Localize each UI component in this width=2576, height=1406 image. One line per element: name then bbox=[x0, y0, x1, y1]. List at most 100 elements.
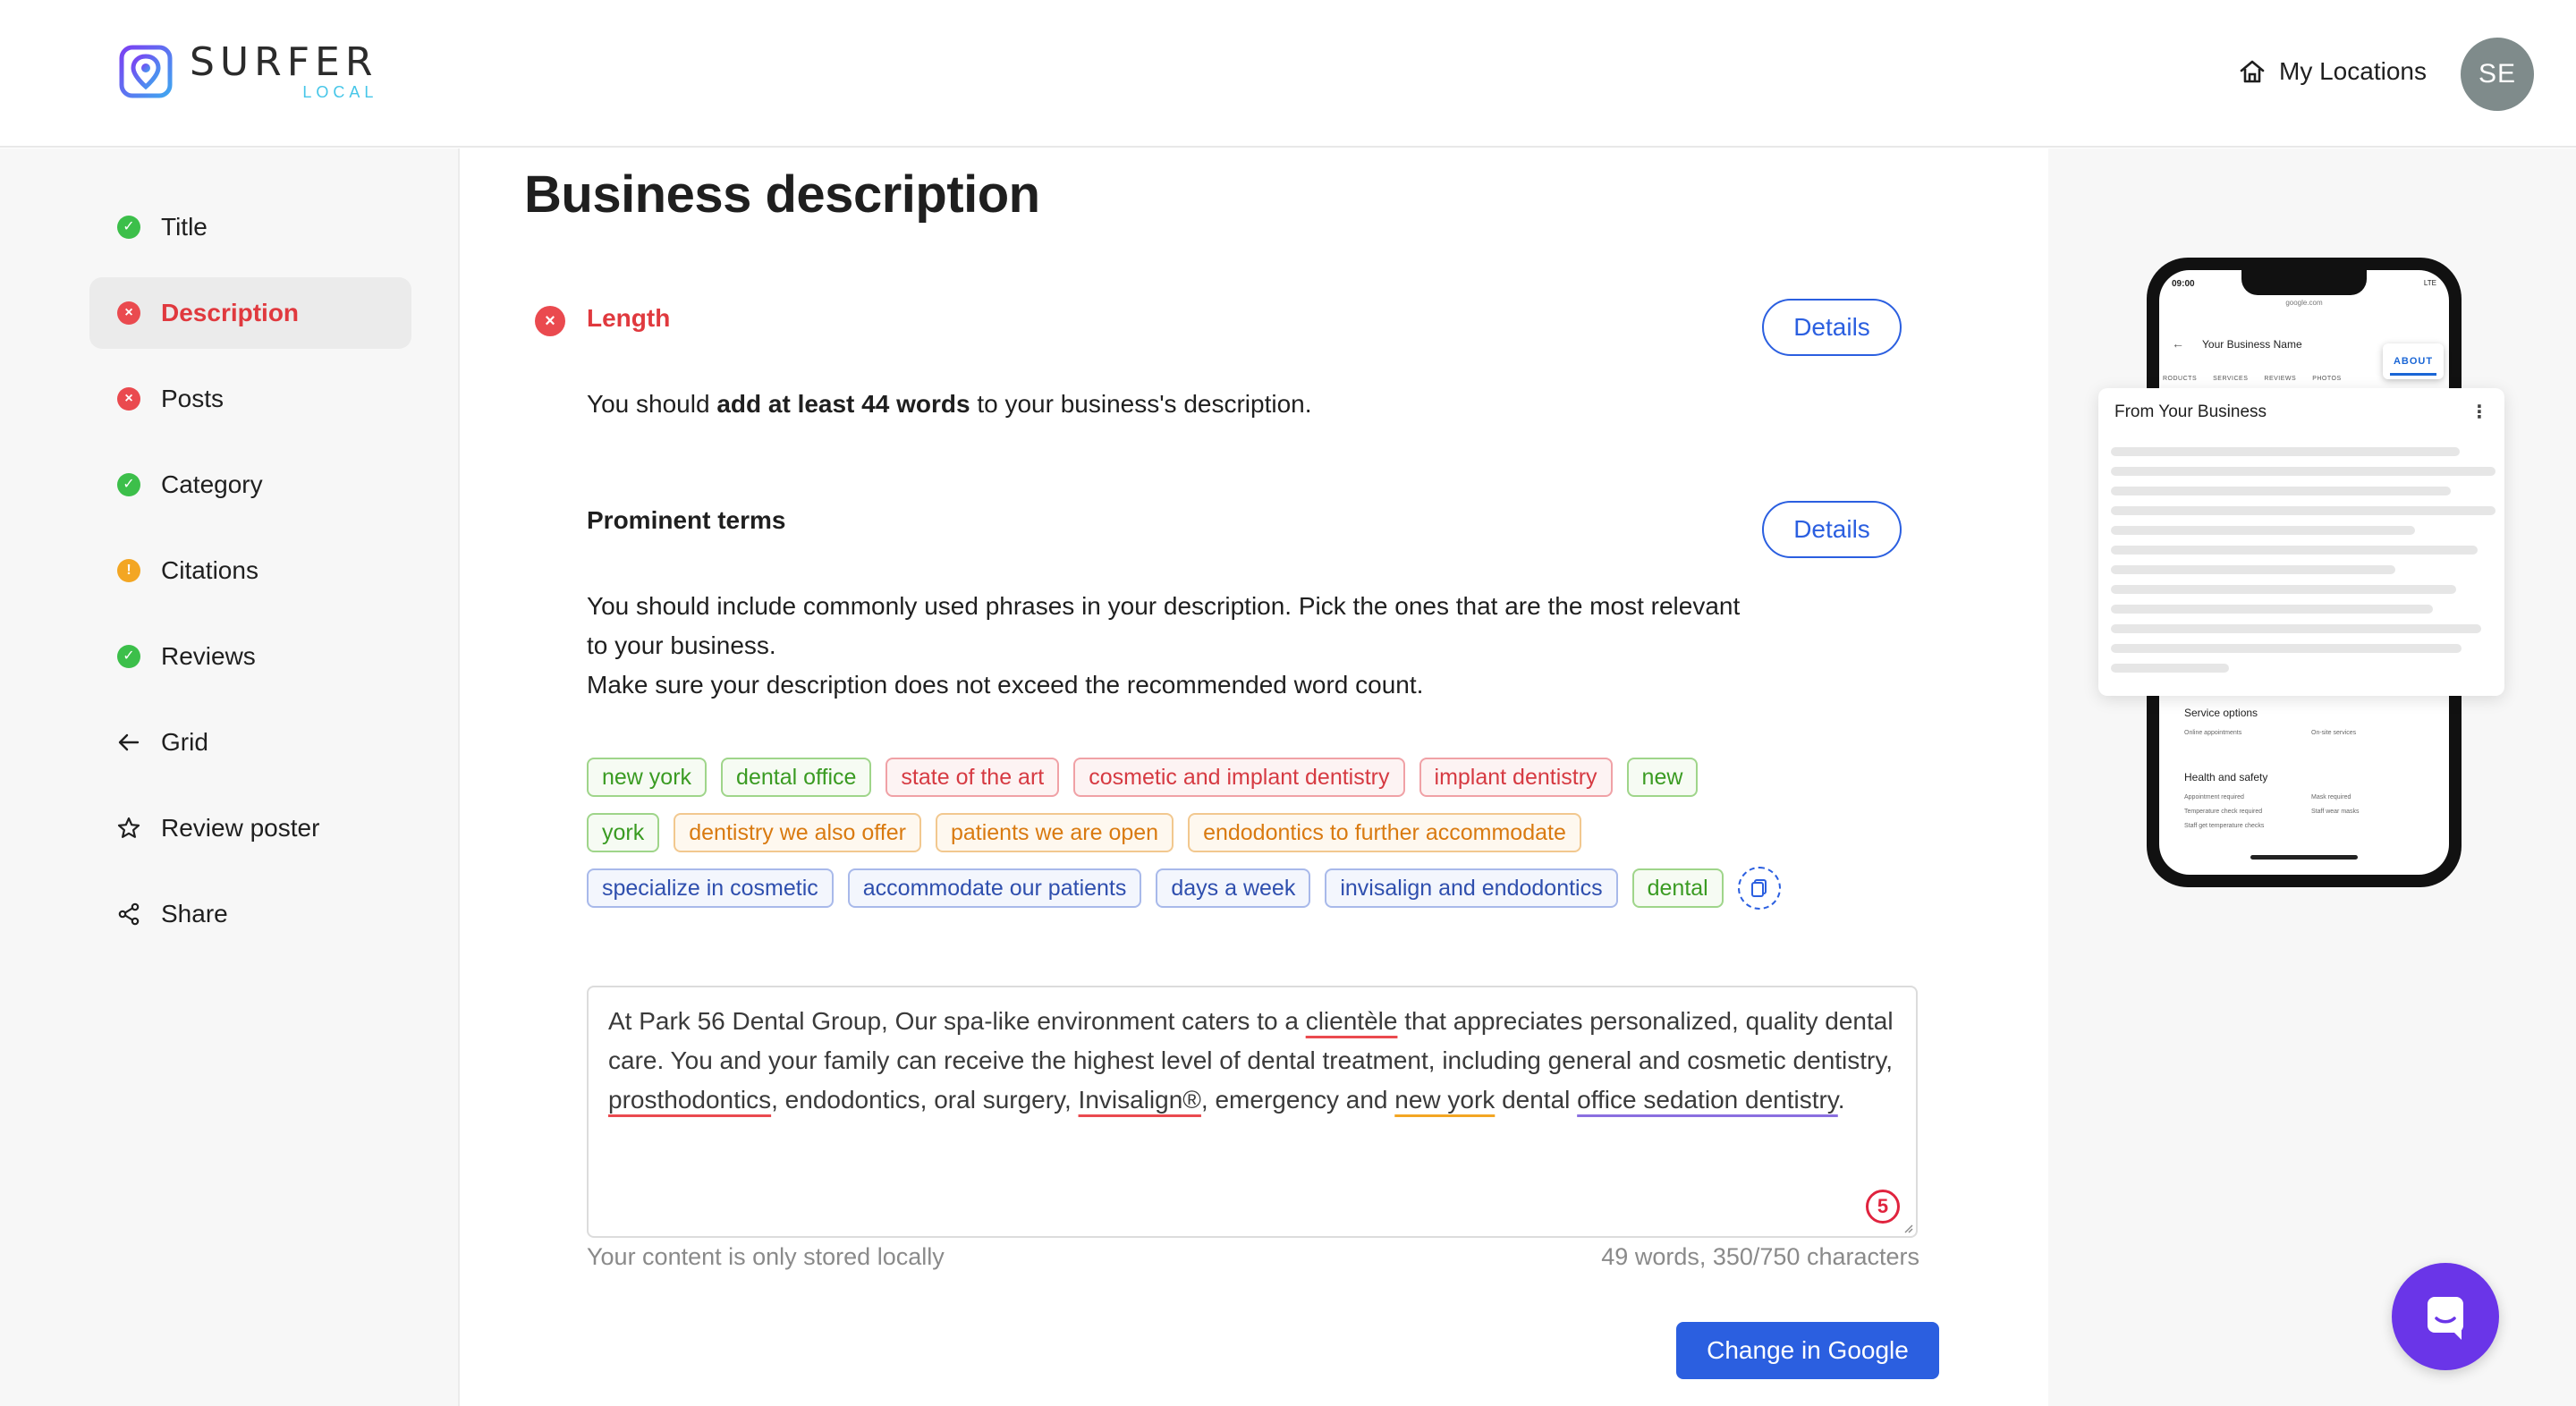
desc-text: dental bbox=[1495, 1086, 1578, 1114]
term-chip[interactable]: dental bbox=[1631, 868, 1724, 908]
term-chip[interactable]: specialize in cosmetic bbox=[587, 868, 834, 908]
placeholder-line bbox=[2111, 565, 2395, 574]
desc-matched-term: office sedation dentistry bbox=[1577, 1086, 1838, 1114]
change-in-google-button[interactable]: Change in Google bbox=[1676, 1322, 1939, 1379]
term-chip[interactable]: dental office bbox=[721, 758, 872, 797]
placeholder-line bbox=[2111, 506, 2496, 515]
card-title: From Your Business bbox=[2114, 402, 2267, 421]
sidebar-item-label: Description bbox=[161, 299, 300, 326]
phone-signal: LTE bbox=[2423, 279, 2436, 287]
terms-description: You should include commonly used phrases… bbox=[587, 587, 1839, 705]
placeholder-line bbox=[2111, 467, 2496, 476]
resize-handle-icon[interactable] bbox=[1901, 1221, 1913, 1233]
phone-health-item: Staff wear masks bbox=[2311, 809, 2360, 815]
term-chip[interactable]: new bbox=[1626, 758, 1699, 797]
copy-terms-button[interactable] bbox=[1737, 867, 1781, 910]
sidebar-item-review-poster[interactable]: Review poster bbox=[89, 792, 411, 864]
terms-line-3: Make sure your description does not exce… bbox=[587, 671, 1424, 699]
desc-matched-term: new york bbox=[1394, 1086, 1496, 1114]
terms-details-button[interactable]: Details bbox=[1762, 501, 1902, 558]
term-chip[interactable]: york bbox=[587, 813, 660, 852]
placeholder-line bbox=[2111, 605, 2433, 614]
length-text-bold: add at least 44 words bbox=[716, 390, 970, 418]
terms-line-2: to your business. bbox=[587, 631, 776, 659]
issues-count-badge[interactable]: 5 bbox=[1866, 1190, 1900, 1224]
more-vert-icon: ⋮ bbox=[2470, 402, 2488, 422]
placeholder-line bbox=[2111, 585, 2456, 594]
phone-health-safety: Health and safety bbox=[2184, 771, 2268, 783]
phone-url: google.com bbox=[2285, 299, 2323, 307]
support-chat-button[interactable] bbox=[2392, 1263, 2499, 1370]
surfer-local-logo[interactable]: SURFER LOCAL bbox=[118, 39, 377, 104]
desc-text: , endodontics, oral surgery, bbox=[771, 1086, 1079, 1114]
logo-wordmark: SURFER bbox=[190, 39, 378, 85]
placeholder-line bbox=[2111, 487, 2451, 495]
google-preview-panel: 09:00 LTE google.com ← Your Business Nam… bbox=[2048, 148, 2576, 1406]
sidebar-item-label: Reviews bbox=[161, 642, 256, 670]
phone-health-item: Mask required bbox=[2311, 794, 2351, 800]
length-section-title: Length bbox=[587, 304, 671, 332]
term-chip[interactable]: state of the art bbox=[886, 758, 1060, 797]
description-textarea[interactable]: At Park 56 Dental Group, Our spa-like en… bbox=[587, 986, 1918, 1238]
sidebar-item-label: Title bbox=[161, 213, 208, 241]
sidebar-item-label: Citations bbox=[161, 556, 258, 584]
term-chip[interactable]: patients we are open bbox=[935, 813, 1174, 852]
sidebar-item-citations[interactable]: ! Citations bbox=[89, 535, 411, 606]
word-count: 49 words, 350/750 characters bbox=[1601, 1243, 1919, 1270]
phone-home-bar bbox=[2250, 855, 2358, 860]
length-text-pre: You should bbox=[587, 390, 717, 418]
back-arrow-icon: ← bbox=[2172, 336, 2184, 351]
term-chip[interactable]: days a week bbox=[1156, 868, 1311, 908]
logo-pin-icon bbox=[119, 45, 173, 98]
chip-row: specialize in cosmetic accommodate our p… bbox=[587, 867, 1875, 910]
user-avatar[interactable]: SE bbox=[2461, 38, 2534, 111]
sidebar-item-label: Posts bbox=[161, 385, 225, 412]
sidebar-item-description[interactable]: × Description bbox=[89, 277, 411, 349]
term-chip[interactable]: accommodate our patients bbox=[847, 868, 1142, 908]
sidebar-item-reviews[interactable]: ✓ Reviews bbox=[89, 621, 411, 692]
chip-row: new york dental office state of the art … bbox=[587, 757, 1875, 798]
my-locations-link[interactable]: My Locations bbox=[2238, 50, 2427, 93]
term-chip[interactable]: implant dentistry bbox=[1419, 758, 1613, 797]
sidebar-item-label: Grid bbox=[161, 728, 208, 756]
sidebar-item-posts[interactable]: × Posts bbox=[89, 363, 411, 435]
sidebar-item-share[interactable]: Share bbox=[89, 878, 411, 950]
phone-business-name: Your Business Name bbox=[2202, 338, 2302, 351]
phone-service-item: Online appointments bbox=[2184, 730, 2242, 736]
check-circle-icon: ✓ bbox=[116, 472, 141, 497]
share-icon bbox=[116, 902, 141, 927]
placeholder-line bbox=[2111, 447, 2460, 456]
error-circle-icon: × bbox=[535, 306, 565, 336]
check-circle-icon: ✓ bbox=[116, 215, 141, 240]
from-your-business-card: From Your Business ⋮ bbox=[2098, 388, 2504, 696]
check-circle-icon: ✓ bbox=[116, 644, 141, 669]
desc-text: . bbox=[1837, 1086, 1845, 1114]
sidebar-item-label: Category bbox=[161, 470, 263, 498]
prominent-terms-chips: new york dental office state of the art … bbox=[587, 757, 1875, 923]
term-chip[interactable]: cosmetic and implant dentistry bbox=[1073, 758, 1405, 797]
sidebar-item-grid[interactable]: Grid bbox=[89, 707, 411, 778]
term-chip[interactable]: endodontics to further accommodate bbox=[1188, 813, 1581, 852]
desc-text: , emergency and bbox=[1200, 1086, 1395, 1114]
sidebar-item-title[interactable]: ✓ Title bbox=[89, 191, 411, 263]
phone-service-item: On-site services bbox=[2311, 730, 2357, 736]
term-chip[interactable]: invisalign and endodontics bbox=[1325, 868, 1618, 908]
term-chip[interactable]: new york bbox=[587, 758, 708, 797]
length-text-post: to your business's description. bbox=[970, 390, 1312, 418]
desc-flagged-term: Invisalign® bbox=[1078, 1086, 1201, 1114]
chip-row: york dentistry we also offer patients we… bbox=[587, 812, 1875, 853]
term-chip[interactable]: dentistry we also offer bbox=[674, 813, 921, 852]
top-header: SURFER LOCAL My Locations SE bbox=[0, 0, 2576, 148]
length-details-button[interactable]: Details bbox=[1762, 299, 1902, 356]
arrow-left-icon bbox=[116, 730, 141, 755]
placeholder-line bbox=[2111, 526, 2415, 535]
storage-note: Your content is only stored locally bbox=[587, 1243, 945, 1270]
phone-health-item: Temperature check required bbox=[2184, 809, 2263, 815]
phone-notch bbox=[2241, 270, 2367, 295]
error-circle-icon: × bbox=[116, 301, 141, 326]
sidebar-item-category[interactable]: ✓ Category bbox=[89, 449, 411, 521]
desc-text: At Park 56 Dental Group, Our spa-like en… bbox=[608, 1007, 1306, 1035]
desc-flagged-term: clientèle bbox=[1305, 1007, 1398, 1035]
phone-service-options: Service options bbox=[2184, 707, 2258, 719]
sidebar-item-label: Share bbox=[161, 900, 228, 927]
